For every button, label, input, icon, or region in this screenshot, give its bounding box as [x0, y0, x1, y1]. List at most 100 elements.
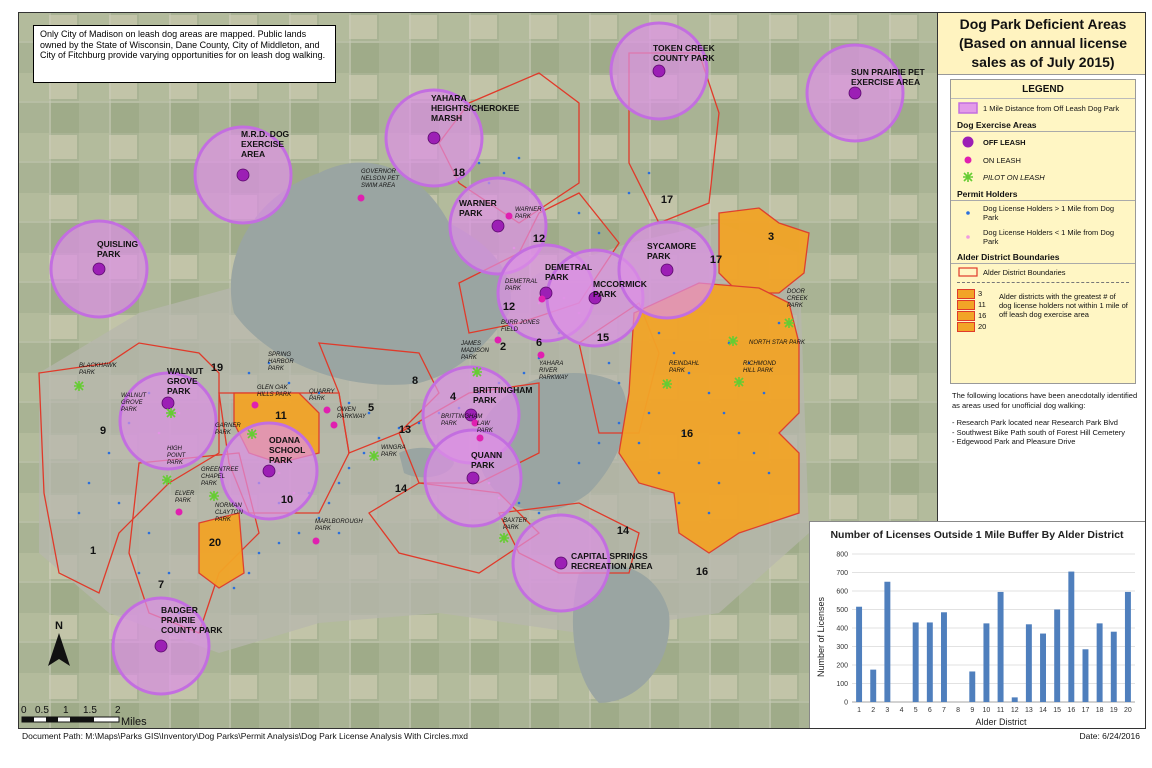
near-dot-icon — [966, 235, 970, 239]
chart-x-tick-label: 17 — [1082, 707, 1090, 714]
small-label-glen-oak: GLEN OAK HILLS PARK — [257, 385, 292, 398]
chart-y-label: Number of Licenses — [816, 596, 826, 677]
legend-on-leash-label: ON LEASH — [983, 155, 1021, 165]
district-number-label: 4 — [450, 391, 457, 403]
district-number-label: 19 — [211, 362, 223, 374]
small-label-governor-nelson: GOVERNOR NELSON PET SWIM AREA — [361, 169, 400, 189]
chart-bar-district-19 — [1110, 631, 1117, 702]
chart-y-tick-label: 300 — [836, 644, 848, 651]
scale-tick: 2 — [115, 705, 121, 716]
on-leash-marker — [330, 421, 338, 429]
chart-x-tick-label: 1 — [857, 707, 861, 714]
chart-x-tick-label: 6 — [928, 707, 932, 714]
deficient-swatch-icon — [957, 299, 975, 310]
pilot-marker — [166, 408, 176, 418]
pilot-marker — [369, 451, 379, 461]
legend-alder-row: Alder District Boundaries — [951, 264, 1135, 280]
far-dot-icon — [966, 211, 970, 215]
off-leash-marker — [236, 168, 250, 182]
chart-bar-district-16 — [1068, 571, 1075, 702]
chart-bar-district-10 — [983, 623, 990, 702]
district-number-label: 3 — [768, 231, 774, 243]
chart-x-tick-label: 13 — [1025, 707, 1033, 714]
district-number-label: 11 — [275, 410, 287, 422]
chart-gridlines — [852, 553, 1135, 703]
chart-bar-district-5 — [912, 622, 919, 702]
chart-bar-district-11 — [997, 591, 1004, 702]
district-number-label: 10 — [281, 494, 293, 506]
pilot-marker — [784, 318, 794, 328]
legend-off-leash-label: OFF LEASH — [983, 137, 1026, 147]
on-leash-marker — [476, 434, 484, 442]
off-leash-marker — [427, 131, 441, 145]
chart-y-tick-label: 600 — [836, 589, 848, 596]
license-chart-canvas: Number of Licenses Outside 1 Mile Buffer… — [816, 529, 1135, 727]
scale-bar: 0 0.5 1 1.5 2 Miles — [19, 703, 179, 728]
map-canvas[interactable]: TOKEN CREEK COUNTY PARK SUN PRAIRIE PET EXE… — [19, 13, 939, 729]
on-leash-marker — [175, 508, 183, 516]
document-date: Date: 6/24/2016 — [1079, 731, 1141, 741]
chart-x-tick-label: 20 — [1124, 707, 1132, 714]
off-leash-dot-icon — [962, 136, 974, 148]
on-leash-dot-icon — [964, 156, 972, 164]
district-number-label: 20 — [209, 537, 221, 549]
off-leash-marker — [92, 262, 106, 276]
legend-deficient-row: 3 11 16 20 Alder districts with the grea… — [951, 285, 1135, 335]
chart-bar-district-7 — [941, 612, 947, 702]
off-leash-marker — [466, 471, 480, 485]
scale-tick: 1.5 — [83, 705, 97, 716]
chart-x-tick-label: 12 — [1011, 707, 1019, 714]
district-number-label: 17 — [661, 194, 673, 206]
chart-x-tick-label: 19 — [1110, 707, 1118, 714]
district-number-label: 2 — [500, 341, 506, 353]
park-label-capital-springs: CAPITAL SPRINGS RECREATION AREA — [571, 551, 653, 571]
park-label-sun-prairie: SUN PRAIRIE PET EXERCISE AREA — [851, 67, 925, 87]
notes-item: - Southwest Bike Path south of Forest Hi… — [952, 427, 1125, 437]
district-number-label: 6 — [536, 337, 542, 349]
district-number-label: 18 — [453, 167, 465, 179]
legend-buffer-label: 1 Mile Distance from Off Leash Dog Park — [983, 103, 1120, 113]
chart-bar-district-1 — [856, 606, 863, 702]
map-note-text: Only City of Madison on leash dog areas … — [40, 29, 326, 60]
deficient-swatch-icon — [957, 310, 975, 321]
chart-title: Number of Licenses Outside 1 Mile Buffer… — [830, 529, 1124, 541]
notes-item: - Edgewood Park and Pleasure Drive — [952, 437, 1076, 446]
district-number-label: 5 — [368, 402, 374, 414]
on-leash-marker — [505, 212, 513, 220]
on-leash-marker — [323, 406, 331, 414]
district-number-label: 14 — [395, 483, 408, 495]
chart-x-ticks: 1 2 3 4 5 6 7 8 9 10 11 12 13 14 15 16 17 18 19 20 — [857, 707, 1132, 714]
chart-x-tick-label: 5 — [914, 707, 918, 714]
chart-x-tick-label: 7 — [942, 707, 946, 714]
title-line-2: (Based on annual license — [958, 35, 1128, 51]
notes-intro: The following locations have been anecdo… — [952, 391, 1138, 410]
district-number-label: 16 — [681, 428, 693, 440]
chart-x-tick-label: 14 — [1039, 707, 1047, 714]
legend-heading: LEGEND — [951, 80, 1135, 99]
scale-unit: Miles — [121, 716, 147, 727]
unofficial-areas-notes: The following locations have been anecdo… — [952, 391, 1138, 447]
chart-bar-district-17 — [1082, 649, 1089, 702]
pilot-star-icon — [963, 172, 973, 182]
legend-pilot-label: PILOT ON LEASH — [983, 172, 1045, 182]
legend-alder-heading: Alder District Boundaries — [951, 249, 1135, 264]
legend-near-row: Dog License Holders < 1 Mile from Dog Pa… — [951, 225, 1135, 249]
legend-buffer-row: 1 Mile Distance from Off Leash Dog Park — [951, 99, 1135, 117]
small-label-north-star: NORTH STAR PARK — [749, 340, 806, 346]
chart-bar-district-6 — [926, 622, 933, 702]
scale-tick: 1 — [63, 705, 69, 716]
small-label-richmond-hill: RICHMOND HILL PARK — [743, 361, 777, 374]
deficient-swatches: 3 11 16 20 — [957, 288, 995, 332]
on-leash-marker — [312, 537, 320, 545]
pilot-marker — [209, 491, 219, 501]
off-leash-marker — [491, 219, 505, 233]
chart-bar-district-13 — [1025, 624, 1032, 702]
legend-divider — [957, 282, 1129, 283]
district-20-area — [198, 512, 245, 589]
chart-y-tick-label: 400 — [836, 626, 848, 633]
license-chart: Number of Licenses Outside 1 Mile Buffer… — [809, 521, 1145, 728]
chart-x-tick-label: 15 — [1053, 707, 1061, 714]
legend-pilot-row: PILOT ON LEASH — [951, 168, 1135, 186]
off-leash-marker — [652, 64, 666, 78]
legend-far-row: Dog License Holders > 1 Mile from Dog Pa… — [951, 201, 1135, 225]
